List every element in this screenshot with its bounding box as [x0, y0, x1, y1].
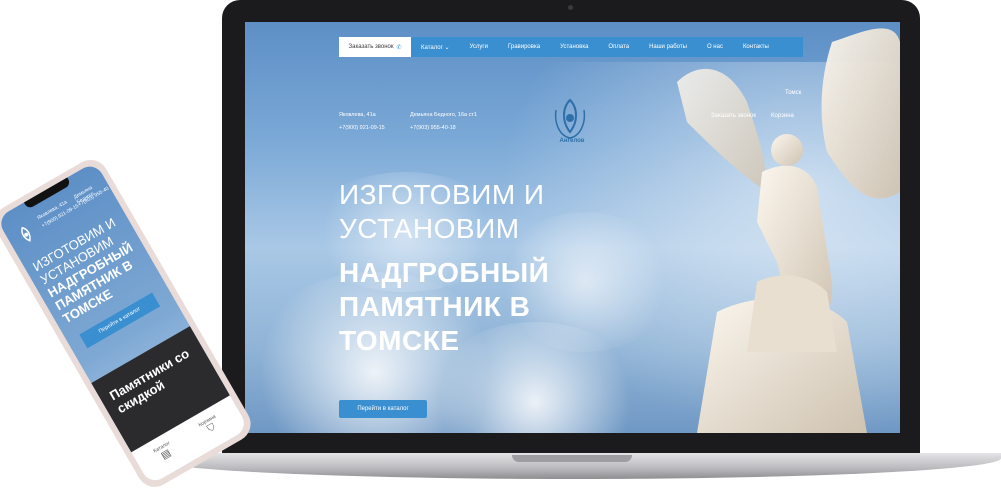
hero-line: ТОМСКЕ: [339, 325, 460, 356]
hero-line: ПАМЯТНИК В: [339, 291, 531, 322]
chevron-down-icon: ⌄: [444, 44, 450, 51]
phone-icon: ✆: [396, 44, 402, 51]
order-call-label: Заказать звонок: [348, 44, 394, 50]
address-2: Демьяна Бедного, 16а ст1: [410, 112, 477, 118]
angel-statue-image: [677, 28, 900, 433]
laptop-camera: [568, 5, 573, 10]
phone-logo-icon[interactable]: [12, 220, 41, 251]
cart-link[interactable]: Корзина: [771, 113, 794, 119]
go-to-catalog-button[interactable]: Перейти в каталог: [339, 400, 427, 418]
city-selector[interactable]: Томск: [785, 90, 801, 96]
address-1: Яковлева, 41а: [339, 112, 376, 118]
nav-item-engraving[interactable]: Гравировка: [508, 44, 540, 50]
hero-line: НАДГРОБНЫЙ: [339, 257, 550, 288]
logo-text: Ангелов: [559, 138, 585, 144]
phone-2[interactable]: +7(903) 955-40-18: [410, 125, 456, 131]
hero-line: ИЗГОТОВИМ И: [339, 179, 545, 210]
order-call-button[interactable]: Заказать звонок ✆: [339, 37, 411, 57]
nav-item-installation[interactable]: Установка: [560, 44, 588, 50]
laptop-screen: Заказать звонок ✆ Каталог ⌄ Услуги Грави…: [245, 22, 900, 433]
hero-line: УСТАНОВИМ: [339, 213, 520, 244]
nav-item-catalog[interactable]: Каталог ⌄: [421, 44, 450, 51]
nav-menu: Каталог ⌄ Услуги Гравировка Установка Оп…: [421, 37, 789, 57]
top-navbar: Заказать звонок ✆ Каталог ⌄ Услуги Грави…: [339, 37, 803, 57]
nav-item-services[interactable]: Услуги: [470, 44, 488, 50]
nav-item-about[interactable]: О нас: [707, 44, 723, 50]
nav-item-payment[interactable]: Оплата: [608, 44, 629, 50]
nav-item-our-works[interactable]: Наши работы: [649, 44, 687, 50]
phone-1[interactable]: +7(900) 921-09-15: [339, 125, 385, 131]
hero-title-light: ИЗГОТОВИМ И УСТАНОВИМ: [339, 178, 545, 246]
nav-item-contacts[interactable]: Контакты: [743, 44, 769, 50]
hero-title-bold: НАДГРОБНЫЙ ПАМЯТНИК В ТОМСКЕ: [339, 256, 549, 358]
order-call-link[interactable]: Заказать звонок: [711, 113, 756, 119]
laptop-notch: [512, 455, 632, 462]
